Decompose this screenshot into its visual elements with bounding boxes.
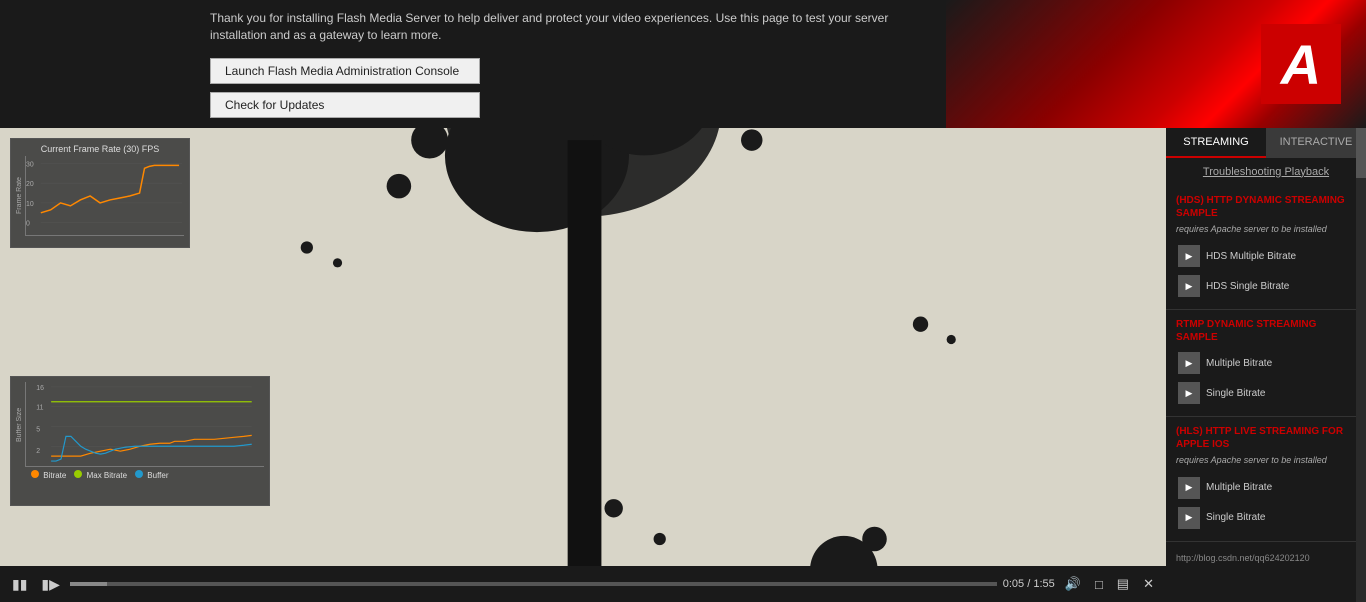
hds-multiple-bitrate-item[interactable]: ▶ HDS Multiple Bitrate	[1176, 241, 1356, 271]
legend-max-bitrate: Max Bitrate	[74, 470, 127, 480]
fps-y-label: Frame Rate	[16, 156, 23, 236]
legend-bitrate: Bitrate	[31, 470, 66, 480]
hds-subtitle: requires Apache server to be installed	[1176, 224, 1356, 236]
share-button[interactable]: ✕	[1139, 574, 1158, 594]
fps-chart: Current Frame Rate (30) FPS Frame Rate 3…	[10, 138, 190, 248]
buffer-legend: Bitrate Max Bitrate Buffer	[16, 470, 264, 480]
progress-fill	[70, 582, 107, 586]
svg-text:5: 5	[36, 426, 40, 433]
hds-multiple-play-button[interactable]: ▶	[1178, 245, 1200, 267]
scrollbar-thumb[interactable]	[1356, 128, 1366, 178]
hls-multiple-play-button[interactable]: ▶	[1178, 477, 1200, 499]
header: Thank you for installing Flash Media Ser…	[0, 0, 1366, 128]
volume-button[interactable]: 🔊	[1061, 574, 1085, 594]
hls-single-play-button[interactable]: ▶	[1178, 507, 1200, 529]
tab-bar: STREAMING INTERACTIVE	[1166, 128, 1366, 158]
watermark-text: http://blog.csdn.net/qq624202120	[1176, 553, 1310, 563]
svg-text:16: 16	[36, 385, 44, 392]
launch-console-button[interactable]: Launch Flash Media Administration Consol…	[210, 58, 480, 84]
max-bitrate-dot	[74, 470, 82, 478]
hds-single-bitrate-item[interactable]: ▶ HDS Single Bitrate	[1176, 271, 1356, 301]
legend-buffer: Buffer	[135, 470, 168, 480]
hls-single-label: Single Bitrate	[1206, 512, 1265, 523]
svg-text:A: A	[1279, 33, 1321, 96]
header-right: A	[946, 0, 1366, 128]
watermark: http://blog.csdn.net/qq624202120	[1166, 542, 1366, 572]
hds-multiple-label: HDS Multiple Bitrate	[1206, 251, 1296, 262]
tab-streaming[interactable]: STREAMING	[1166, 128, 1266, 158]
time-display: 0:05 / 1:55	[1003, 578, 1055, 590]
buffer-dot	[135, 470, 143, 478]
sidebar: STREAMING INTERACTIVE Troubleshooting Pl…	[1166, 128, 1366, 602]
fps-chart-body: 30 20 10 0	[25, 156, 184, 236]
rtmp-multiple-label: Multiple Bitrate	[1206, 358, 1272, 369]
quality-button[interactable]: □	[1091, 575, 1107, 594]
hls-title: (HLS) HTTP LIVE STREAMING FOR APPLE IOS	[1176, 425, 1356, 451]
header-left: Thank you for installing Flash Media Ser…	[0, 0, 946, 128]
rtmp-multiple-play-button[interactable]: ▶	[1178, 352, 1200, 374]
hls-multiple-item[interactable]: ▶ Multiple Bitrate	[1176, 473, 1356, 503]
tab-interactive[interactable]: INTERACTIVE	[1266, 128, 1366, 158]
rtmp-section: RTMP DYNAMIC STREAMING SAMPLE ▶ Multiple…	[1166, 310, 1366, 417]
player-area: Current Frame Rate (30) FPS Frame Rate 3…	[0, 128, 1166, 602]
hls-subtitle: requires Apache server to be installed	[1176, 455, 1356, 467]
fps-chart-svg: 30 20 10 0	[26, 156, 184, 235]
progress-bar[interactable]	[70, 582, 997, 586]
troubleshooting-link[interactable]: Troubleshooting Playback	[1166, 158, 1366, 186]
hls-section: (HLS) HTTP LIVE STREAMING FOR APPLE IOS …	[1166, 417, 1366, 542]
buffer-chart: Buffer Size 16 11 5 2	[10, 376, 270, 506]
bitrate-button[interactable]: ▤	[1113, 574, 1133, 594]
hds-section: (HDS) HTTP DYNAMIC STREAMING SAMPLE requ…	[1166, 186, 1366, 311]
rtmp-single-item[interactable]: ▶ Single Bitrate	[1176, 378, 1356, 408]
hls-single-item[interactable]: ▶ Single Bitrate	[1176, 503, 1356, 533]
main-content: Current Frame Rate (30) FPS Frame Rate 3…	[0, 128, 1366, 602]
buffer-chart-body: Buffer Size 16 11 5 2	[16, 382, 264, 467]
svg-text:30: 30	[26, 161, 34, 168]
svg-text:2: 2	[36, 448, 40, 455]
pause-button[interactable]: ▮▮	[8, 574, 31, 595]
buffer-chart-svg: 16 11 5 2	[26, 382, 264, 466]
scrollbar-track[interactable]	[1356, 128, 1366, 602]
svg-text:11: 11	[36, 405, 43, 412]
hls-multiple-label: Multiple Bitrate	[1206, 482, 1272, 493]
bitrate-dot	[31, 470, 39, 478]
stop-button[interactable]: ▮▶	[37, 574, 63, 595]
header-buttons: Launch Flash Media Administration Consol…	[210, 58, 926, 118]
rtmp-single-play-button[interactable]: ▶	[1178, 382, 1200, 404]
fps-chart-title: Current Frame Rate (30) FPS	[16, 144, 184, 154]
check-updates-button[interactable]: Check for Updates	[210, 92, 480, 118]
svg-text:0: 0	[26, 220, 30, 227]
svg-text:20: 20	[26, 181, 34, 188]
buffer-y-label: Buffer Size	[16, 382, 23, 467]
rtmp-single-label: Single Bitrate	[1206, 388, 1265, 399]
header-description: Thank you for installing Flash Media Ser…	[210, 10, 926, 44]
rtmp-title: RTMP DYNAMIC STREAMING SAMPLE	[1176, 318, 1356, 344]
rtmp-multiple-item[interactable]: ▶ Multiple Bitrate	[1176, 348, 1356, 378]
fps-chart-area: Frame Rate 30 20 10 0	[16, 156, 184, 236]
hds-title: (HDS) HTTP DYNAMIC STREAMING SAMPLE	[1176, 194, 1356, 220]
svg-text:10: 10	[26, 200, 34, 207]
hds-single-play-button[interactable]: ▶	[1178, 275, 1200, 297]
player-controls: ▮▮ ▮▶ 0:05 / 1:55 🔊 □ ▤ ✕	[0, 566, 1166, 602]
hds-single-label: HDS Single Bitrate	[1206, 281, 1289, 292]
video-container: Current Frame Rate (30) FPS Frame Rate 3…	[0, 128, 1166, 566]
adobe-logo: A	[1256, 19, 1346, 109]
